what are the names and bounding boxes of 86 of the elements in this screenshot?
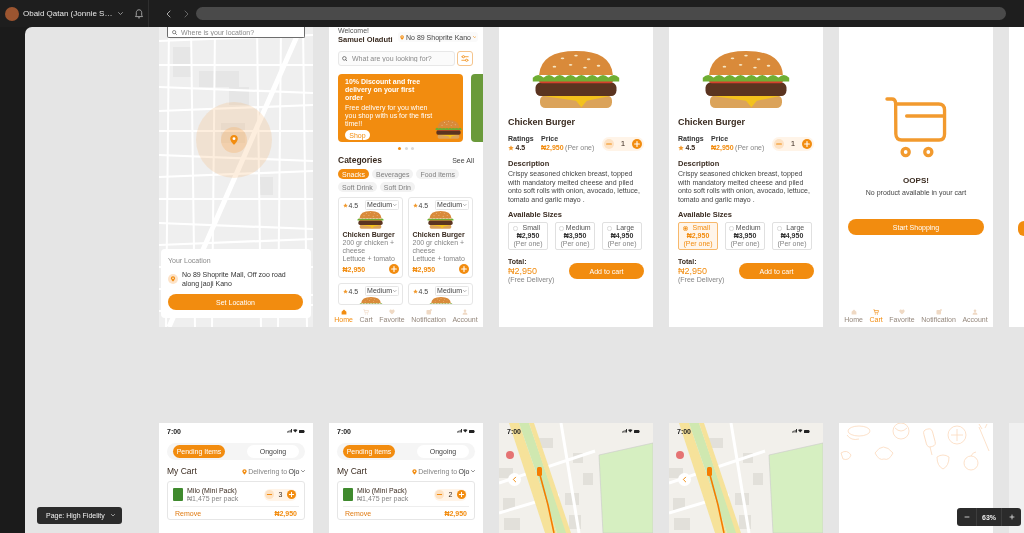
notification-icon	[425, 308, 432, 315]
star-icon	[678, 145, 684, 151]
cut-off-button[interactable]	[1018, 221, 1024, 236]
minus-icon[interactable]	[265, 490, 274, 499]
star-icon	[412, 202, 418, 208]
signal-icon	[621, 429, 627, 433]
radio-icon[interactable]	[513, 225, 519, 231]
radio-icon[interactable]	[559, 225, 565, 231]
burger-drawing	[427, 211, 454, 229]
cart-title: My Cart	[167, 467, 197, 476]
caret-icon	[393, 203, 397, 207]
pin-icon	[411, 468, 417, 475]
pin-icon	[168, 274, 178, 284]
avatar[interactable]	[5, 6, 19, 21]
burger-drawing	[428, 297, 453, 304]
burger-drawing	[357, 211, 384, 229]
minus-icon[interactable]	[963, 514, 970, 520]
star-icon	[342, 202, 348, 208]
cart-title: My Cart	[337, 467, 367, 476]
burger-drawing	[435, 120, 462, 139]
signal-icon	[456, 429, 462, 433]
heart-icon	[898, 308, 905, 315]
product-photo	[173, 488, 183, 501]
wifi-icon	[293, 429, 298, 433]
product-title: Chicken Burger	[678, 117, 747, 128]
page-dot-icon[interactable]	[404, 147, 408, 150]
radio-icon[interactable]	[777, 225, 783, 231]
back-icon[interactable]	[166, 9, 171, 18]
pin-icon	[400, 34, 405, 40]
caret-icon	[118, 12, 124, 15]
product-title: Chicken Burger	[508, 117, 577, 128]
product-photo	[343, 488, 353, 501]
person-icon	[972, 308, 979, 315]
signal-icon	[286, 429, 292, 433]
person-icon	[462, 308, 469, 315]
caret-icon	[463, 203, 467, 207]
home-icon	[850, 308, 857, 315]
total-amount: ₦2,950	[678, 266, 709, 276]
star-icon	[342, 288, 348, 294]
search-icon	[172, 30, 177, 35]
home-icon	[340, 308, 347, 315]
battery-icon	[634, 429, 640, 433]
signal-icon	[791, 429, 797, 433]
burger-drawing	[358, 297, 383, 304]
star-icon	[508, 145, 514, 151]
cart-icon	[873, 308, 880, 315]
notification-icon	[935, 308, 942, 315]
quantity-text: 1	[620, 139, 626, 148]
minus-icon[interactable]	[774, 138, 784, 149]
caret-icon	[471, 470, 475, 473]
page-dot-icon[interactable]	[411, 147, 414, 150]
radio-icon[interactable]	[607, 225, 613, 231]
radio-icon[interactable]	[729, 225, 735, 231]
heart-icon	[388, 308, 395, 315]
minus-icon[interactable]	[604, 138, 614, 149]
search-icon	[342, 55, 348, 62]
total-amount: ₦2,950	[508, 266, 539, 276]
caret-icon	[110, 514, 115, 517]
forward-icon[interactable]	[184, 9, 189, 18]
caret-icon	[301, 470, 305, 473]
filter-button[interactable]	[457, 51, 473, 66]
star-icon	[412, 288, 418, 294]
address-field[interactable]	[196, 7, 1006, 20]
wifi-icon	[628, 429, 633, 433]
bell-icon[interactable]	[135, 8, 144, 19]
page-dot-icon[interactable]	[398, 147, 401, 150]
section-title: Categories	[338, 155, 382, 165]
location-marker-icon	[196, 102, 272, 178]
quantity-text: 1	[790, 139, 796, 148]
cart-icon	[884, 96, 948, 158]
battery-icon	[469, 429, 475, 433]
empty-cart-title: OOPS!	[903, 176, 929, 185]
sliders-icon	[461, 55, 469, 62]
caret-icon	[393, 289, 397, 293]
battery-icon	[299, 429, 305, 433]
account-name[interactable]: Obaid Qatan (Jonnie S…	[23, 9, 113, 18]
minus-icon[interactable]	[435, 490, 444, 499]
pin-icon	[241, 468, 247, 475]
radio-icon[interactable]	[683, 225, 689, 231]
cart-icon	[363, 308, 370, 315]
caret-icon	[463, 289, 467, 293]
wifi-icon	[798, 429, 803, 433]
caret-icon	[472, 35, 476, 39]
battery-icon	[804, 429, 810, 433]
wifi-icon	[463, 429, 468, 433]
plus-icon[interactable]	[1008, 514, 1015, 520]
